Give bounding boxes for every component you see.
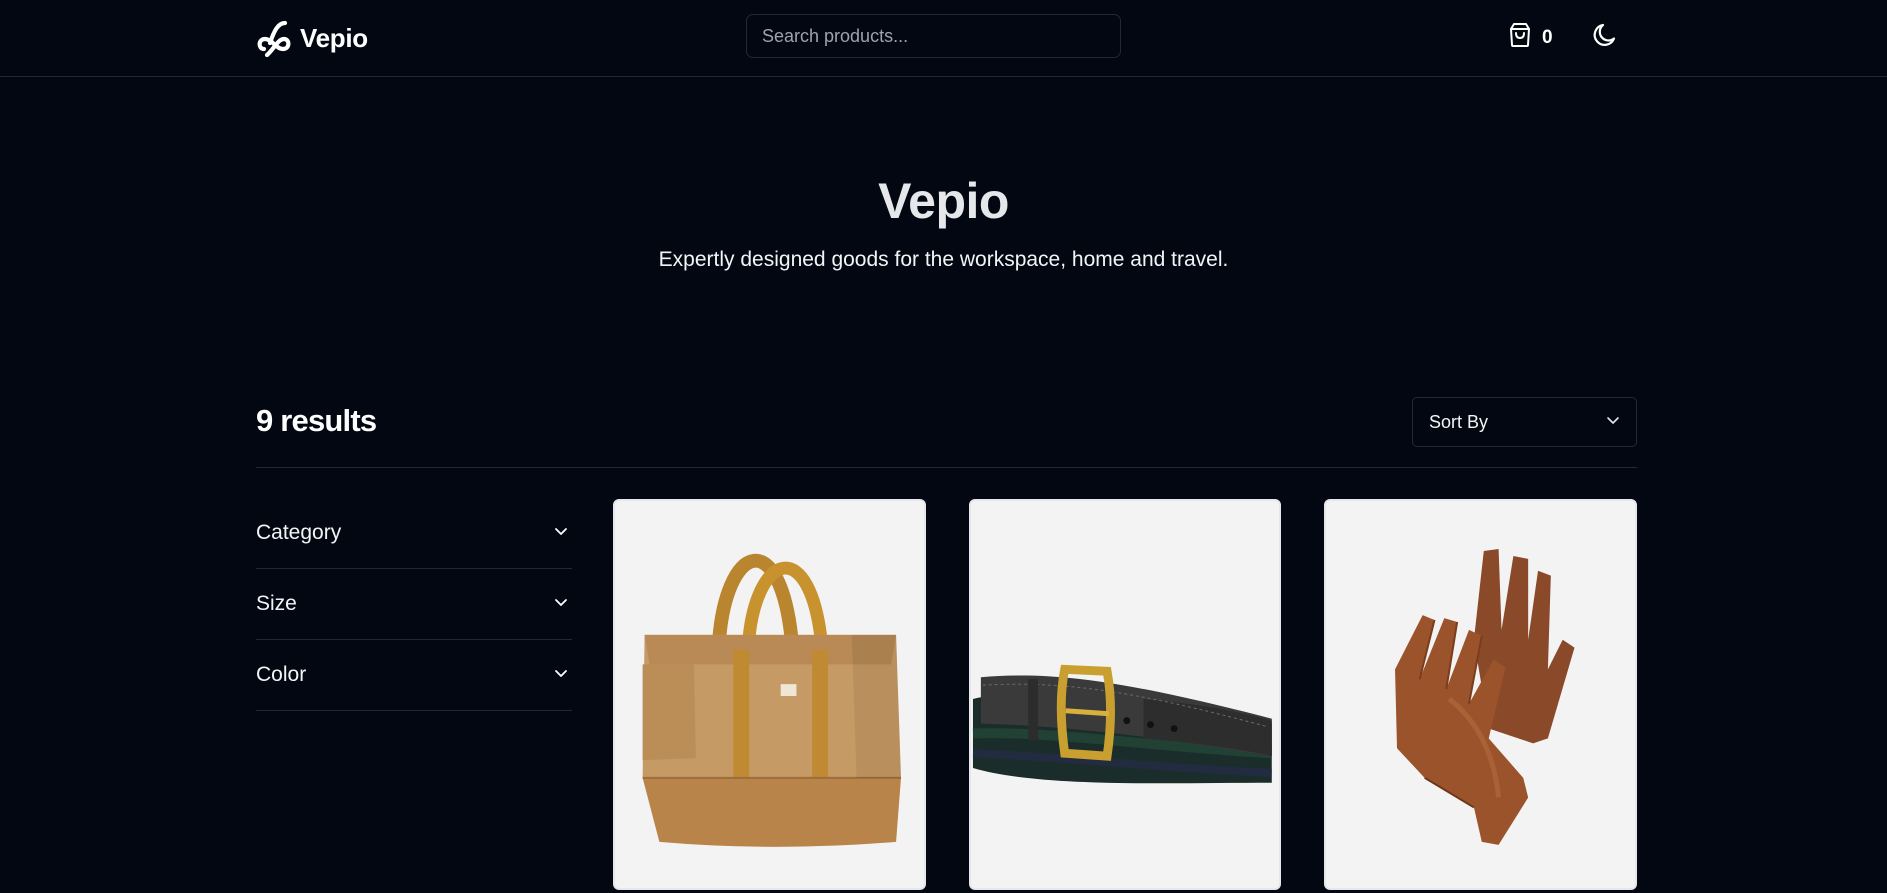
chevron-down-icon — [554, 524, 568, 542]
filter-size[interactable]: Size — [256, 569, 572, 640]
belt-image — [970, 501, 1280, 888]
product-card[interactable] — [968, 499, 1282, 890]
filter-category[interactable]: Category — [256, 498, 572, 569]
filter-label: Category — [256, 521, 342, 544]
brand-name: Vepio — [300, 22, 368, 53]
hero-title: Vepio — [878, 173, 1009, 229]
chevron-down-icon — [1606, 413, 1620, 431]
results-count: 9 results — [256, 403, 377, 438]
cart-count-badge: 0 — [1542, 26, 1553, 48]
moon-icon — [1592, 23, 1620, 53]
product-grid — [613, 499, 1638, 890]
sort-by-dropdown[interactable]: Sort By — [1412, 397, 1637, 447]
theme-toggle-button[interactable] — [1592, 21, 1620, 49]
sort-by-label: Sort By — [1429, 411, 1489, 432]
top-navbar: Vepio 0 — [0, 0, 1887, 77]
search-input[interactable] — [746, 14, 1121, 58]
chevron-down-icon — [554, 666, 568, 684]
chevron-down-icon — [554, 595, 568, 613]
tote-bag-image — [615, 501, 924, 888]
gloves-image — [1326, 501, 1636, 888]
filter-sidebar: Category Size Color — [256, 498, 572, 711]
hero-subtitle: Expertly designed goods for the workspac… — [658, 248, 1229, 271]
results-divider — [256, 467, 1637, 468]
cart-button[interactable]: 0 — [1508, 22, 1553, 53]
shopping-bag-icon — [1508, 22, 1532, 53]
brand-logo-icon — [256, 19, 292, 57]
filter-label: Size — [256, 592, 297, 615]
filter-color[interactable]: Color — [256, 640, 572, 711]
product-card[interactable] — [613, 499, 926, 890]
filter-label: Color — [256, 663, 307, 686]
product-card[interactable] — [1324, 499, 1638, 890]
brand-logo-link[interactable]: Vepio — [256, 19, 368, 57]
